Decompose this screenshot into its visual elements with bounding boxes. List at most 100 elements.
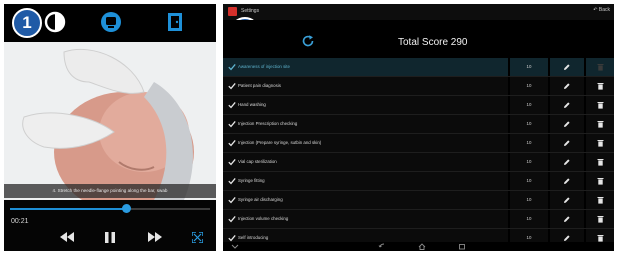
delete-button[interactable] xyxy=(586,210,614,228)
video-player-panel: 1 4. Stretch the needle-flange pointing … xyxy=(4,4,216,251)
back-button[interactable]: ↶ Back xyxy=(593,7,610,13)
row-label: Injection volume checking xyxy=(238,216,289,221)
edit-button[interactable] xyxy=(550,172,584,190)
check-icon xyxy=(228,82,236,90)
edit-button[interactable] xyxy=(550,115,584,133)
delete-button[interactable] xyxy=(586,134,614,152)
pencil-icon xyxy=(564,83,570,89)
pencil-icon xyxy=(564,235,570,241)
score-row[interactable]: Patient pain diagnosis 10 xyxy=(223,77,614,96)
trash-icon xyxy=(597,83,604,90)
row-label: Patient pain diagnosis xyxy=(238,83,281,88)
row-score-cell: 10 xyxy=(510,153,548,171)
delete-button[interactable] xyxy=(586,58,614,76)
pencil-icon xyxy=(564,121,570,127)
score-row[interactable]: Syringe fitting 10 xyxy=(223,172,614,191)
video-frame[interactable]: 4. Stretch the needle-flange pointing al… xyxy=(4,42,216,200)
delete-button[interactable] xyxy=(586,115,614,133)
row-name-cell: Vial cap sterilization xyxy=(223,153,508,171)
trash-icon xyxy=(597,197,604,204)
pause-icon[interactable] xyxy=(105,232,115,243)
fullscreen-icon[interactable] xyxy=(192,232,203,243)
delete-button[interactable] xyxy=(586,172,614,190)
step-badge-1: 1 xyxy=(12,8,42,38)
row-score: 10 xyxy=(526,235,532,240)
trash-icon xyxy=(597,140,604,147)
delete-button[interactable] xyxy=(586,191,614,209)
row-score: 10 xyxy=(526,197,532,202)
score-row[interactable]: Syringe air discharging 10 xyxy=(223,191,614,210)
score-row[interactable]: Hand washing 10 xyxy=(223,96,614,115)
trash-icon xyxy=(597,64,604,71)
door-icon[interactable] xyxy=(164,11,186,33)
check-icon xyxy=(228,215,236,223)
edit-button[interactable] xyxy=(550,210,584,228)
score-row[interactable]: Vial cap sterilization 10 xyxy=(223,153,614,172)
contrast-icon[interactable] xyxy=(44,11,66,33)
trash-icon xyxy=(597,121,604,128)
row-name-cell: Hand washing xyxy=(223,96,508,114)
row-score-cell: 10 xyxy=(510,96,548,114)
seek-thumb[interactable] xyxy=(122,204,131,213)
score-row[interactable]: Injection Prescription checking 10 xyxy=(223,115,614,134)
score-row[interactable]: Injection volume checking 10 xyxy=(223,210,614,229)
edit-button[interactable] xyxy=(550,77,584,95)
seek-progress xyxy=(10,208,126,210)
trash-icon xyxy=(597,178,604,185)
row-score: 10 xyxy=(526,102,532,107)
pencil-icon xyxy=(564,140,570,146)
edit-button[interactable] xyxy=(550,58,584,76)
row-score-cell: 10 xyxy=(510,77,548,95)
back-label: Back xyxy=(598,7,610,13)
player-toolbar: 1 xyxy=(4,4,216,42)
row-name-cell: Injection Prescription checking xyxy=(223,115,508,133)
edit-button[interactable] xyxy=(550,153,584,171)
edit-button[interactable] xyxy=(550,134,584,152)
trash-icon xyxy=(597,216,604,223)
score-settings-panel: Settings ↶ Back 2 Total Score 290 Awaren… xyxy=(223,4,614,251)
check-icon xyxy=(228,196,236,204)
delete-button[interactable] xyxy=(586,153,614,171)
score-row[interactable]: Awareness of injection site 10 xyxy=(223,58,614,77)
app-titlebar: Settings ↶ Back xyxy=(223,4,614,20)
pencil-icon xyxy=(564,159,570,165)
edit-button[interactable] xyxy=(550,96,584,114)
row-score: 10 xyxy=(526,159,532,164)
player-controls: 00:21 xyxy=(4,200,216,251)
delete-button[interactable] xyxy=(586,96,614,114)
row-label: Vial cap sterilization xyxy=(238,159,277,164)
check-icon xyxy=(228,63,236,71)
fast-forward-icon[interactable] xyxy=(148,232,162,242)
nav-home-icon[interactable] xyxy=(418,243,426,250)
keyboard-hide-icon[interactable] xyxy=(231,243,239,250)
pencil-icon xyxy=(564,197,570,203)
row-label: Hand washing xyxy=(238,102,266,107)
refresh-icon[interactable] xyxy=(301,34,315,48)
seek-bar[interactable] xyxy=(10,204,210,213)
score-row[interactable]: Injection (Prepare syringe, sutbin and s… xyxy=(223,134,614,153)
row-label: Injection (Prepare syringe, sutbin and s… xyxy=(238,140,322,145)
video-caption: 4. Stretch the needle-flange pointing al… xyxy=(4,184,216,198)
row-score: 10 xyxy=(526,178,532,183)
row-name-cell: Syringe fitting xyxy=(223,172,508,190)
row-label: Self introducing xyxy=(238,235,269,240)
nav-recents-icon[interactable] xyxy=(458,243,466,250)
row-label: Syringe fitting xyxy=(238,178,265,183)
trash-icon xyxy=(597,102,604,109)
row-score-cell: 10 xyxy=(510,58,548,76)
edit-button[interactable] xyxy=(550,191,584,209)
injection-training-video-image xyxy=(4,42,216,200)
check-icon xyxy=(228,234,236,242)
total-score: Total Score 290 xyxy=(398,37,468,48)
row-name-cell: Awareness of injection site xyxy=(223,58,508,76)
camera-icon[interactable] xyxy=(100,11,122,33)
nav-back-icon[interactable] xyxy=(378,243,386,250)
row-label: Injection Prescription checking xyxy=(238,121,298,126)
row-score-cell: 10 xyxy=(510,134,548,152)
rewind-icon[interactable] xyxy=(60,232,74,242)
pencil-icon xyxy=(564,64,570,70)
back-arrow-icon: ↶ xyxy=(593,7,598,13)
check-icon xyxy=(228,120,236,128)
delete-button[interactable] xyxy=(586,77,614,95)
check-icon xyxy=(228,177,236,185)
